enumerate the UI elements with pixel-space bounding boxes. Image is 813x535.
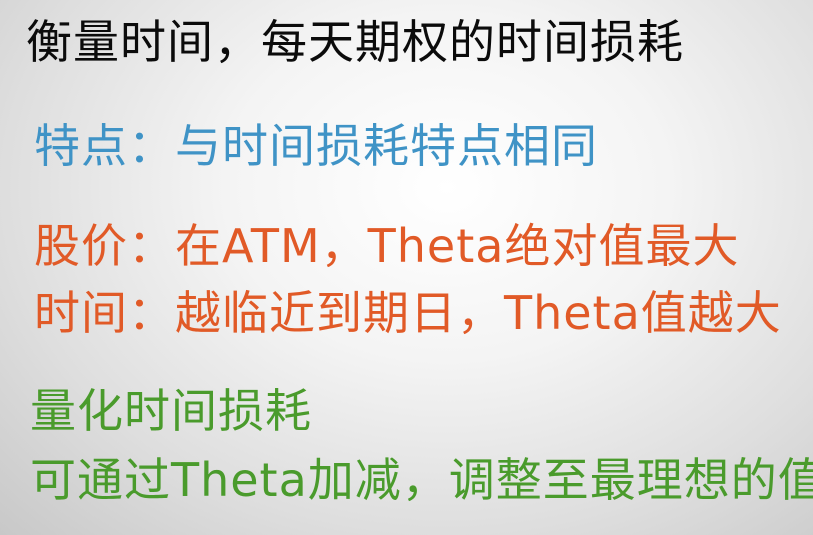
feature-line: 特点：与时间损耗特点相同	[34, 119, 598, 173]
quantify-detail: 可通过Theta加减，调整至最理想的值	[30, 453, 813, 507]
time-line: 时间：越临近到期日，Theta值越大	[34, 286, 782, 340]
slide-title: 衡量时间，每天期权的时间损耗	[26, 15, 684, 69]
quantify-heading: 量化时间损耗	[30, 384, 312, 438]
stock-price-line: 股价：在ATM，Theta绝对值最大	[34, 219, 740, 273]
